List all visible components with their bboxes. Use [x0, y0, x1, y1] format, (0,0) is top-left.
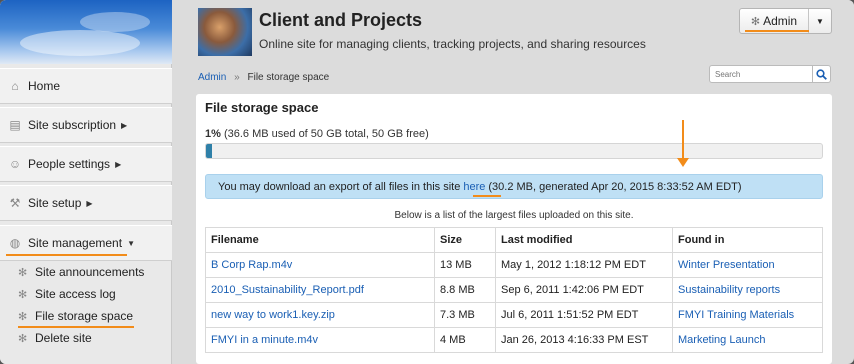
file-link[interactable]: 2010_Sustainability_Report.pdf	[211, 284, 364, 296]
table-caption: Below is a list of the largest files upl…	[394, 210, 634, 221]
chevron-right-icon: ▶	[121, 120, 128, 130]
sidebar-item-label: Site management	[28, 236, 123, 250]
gear-icon: ✻	[750, 15, 761, 28]
breadcrumb-admin-link[interactable]: Admin	[198, 72, 226, 83]
chevron-right-icon: ▶	[115, 159, 122, 169]
column-header-found-in: Found in	[672, 227, 823, 253]
sidebar-item-people-settings[interactable]: ☺ People settings ▶	[0, 146, 172, 182]
table-row: FMYI in a minute.m4v 4 MB Jan 26, 2013 4…	[205, 327, 823, 353]
chevron-right-icon: ▶	[86, 198, 93, 208]
annotation-arrow-line	[682, 120, 684, 160]
largest-files-table: Filename Size Last modified Found in B C…	[205, 227, 823, 353]
file-link[interactable]: B Corp Rap.m4v	[211, 259, 292, 271]
app-window: ⌂ Home ▤ Site subscription ▶ ☺ People se…	[0, 0, 854, 364]
table-header-row: Filename Size Last modified Found in	[205, 227, 823, 253]
export-notice: You may download an export of all files …	[205, 174, 823, 199]
column-header-last-modified: Last modified	[495, 227, 673, 253]
search-input[interactable]	[709, 65, 813, 83]
column-header-filename: Filename	[205, 227, 435, 253]
file-link[interactable]: FMYI in a minute.m4v	[211, 334, 318, 346]
wrench-icon: ⚒	[9, 196, 21, 210]
sidebar-item-label: Home	[28, 79, 61, 93]
sidebar-item-site-setup[interactable]: ⚒ Site setup ▶	[0, 185, 172, 221]
table-row: new way to work1.key.zip 7.3 MB Jul 6, 2…	[205, 302, 823, 328]
file-modified: May 1, 2012 1:18:12 PM EDT	[495, 252, 673, 278]
highlight-underline	[473, 195, 501, 197]
sidebar-item-label: Site subscription	[28, 118, 117, 132]
folder-link[interactable]: Marketing Launch	[678, 334, 765, 346]
admin-button-label: Admin	[763, 14, 798, 28]
header: Client and Projects Online site for mana…	[172, 0, 854, 92]
breadcrumb-current: File storage space	[247, 72, 330, 83]
breadcrumb: Admin » File storage space	[198, 72, 329, 83]
folder-link[interactable]: Sustainability reports	[678, 284, 780, 296]
globe-icon: ◍	[9, 236, 21, 250]
file-size: 7.3 MB	[434, 302, 496, 328]
folder-link[interactable]: Winter Presentation	[678, 259, 775, 271]
search-button[interactable]	[813, 65, 831, 83]
storage-usage-text: 1% (36.6 MB used of 50 GB total, 50 GB f…	[205, 128, 429, 140]
notice-text: You may download an export of all files …	[218, 180, 461, 193]
sidebar-item-label: Site setup	[28, 196, 82, 210]
sidebar-subitem-site-access-log[interactable]: ✻ Site access log	[18, 284, 116, 304]
sidebar-item-label: People settings	[28, 157, 111, 171]
usage-percent: 1%	[205, 128, 221, 140]
annotation-arrow-head	[677, 158, 689, 167]
sidebar-banner-image	[0, 0, 172, 64]
gear-icon: ✻	[18, 288, 28, 301]
storage-progress-bar	[205, 143, 823, 159]
export-download-link[interactable]: here	[463, 181, 485, 193]
file-modified: Jan 26, 2013 4:16:33 PM EST	[495, 327, 673, 353]
document-icon: ▤	[9, 118, 21, 132]
usage-detail: (36.6 MB used of 50 GB total, 50 GB free…	[223, 128, 429, 140]
sidebar-item-site-subscription[interactable]: ▤ Site subscription ▶	[0, 107, 172, 143]
chevron-down-icon[interactable]: ▼	[809, 17, 831, 26]
file-size: 4 MB	[434, 327, 496, 353]
site-logo	[198, 8, 252, 56]
file-modified: Sep 6, 2011 1:42:06 PM EDT	[495, 277, 673, 303]
people-icon: ☺	[8, 157, 22, 171]
file-link[interactable]: new way to work1.key.zip	[211, 309, 335, 321]
site-description: Online site for managing clients, tracki…	[259, 37, 646, 51]
sidebar-item-home[interactable]: ⌂ Home	[0, 68, 172, 104]
sidebar-subitem-label: Delete site	[35, 331, 92, 345]
breadcrumb-separator: »	[234, 72, 240, 83]
gear-icon: ✻	[18, 310, 28, 323]
sidebar-subitem-label: Site access log	[35, 287, 116, 301]
storage-progress-fill	[206, 144, 213, 158]
gear-icon: ✻	[18, 266, 28, 279]
file-size: 8.8 MB	[434, 277, 496, 303]
home-icon: ⌂	[11, 79, 19, 93]
gear-icon: ✻	[18, 332, 28, 345]
page-title: File storage space	[205, 100, 319, 115]
sidebar-subitem-site-announcements[interactable]: ✻ Site announcements	[18, 262, 144, 282]
highlight-underline	[745, 30, 809, 32]
search-icon	[816, 68, 827, 80]
sidebar: ⌂ Home ▤ Site subscription ▶ ☺ People se…	[0, 0, 172, 364]
sidebar-subitem-delete-site[interactable]: ✻ Delete site	[18, 328, 92, 348]
file-modified: Jul 6, 2011 1:51:52 PM EDT	[495, 302, 673, 328]
search-box	[709, 65, 831, 83]
highlight-underline	[6, 254, 127, 256]
column-header-size: Size	[434, 227, 496, 253]
file-storage-panel: File storage space 1% (36.6 MB used of 5…	[196, 94, 832, 364]
table-row: 2010_Sustainability_Report.pdf 8.8 MB Se…	[205, 277, 823, 303]
site-title: Client and Projects	[259, 10, 423, 30]
sidebar-subitem-label: File storage space	[35, 309, 134, 323]
chevron-down-icon: ▼	[127, 238, 135, 248]
sidebar-subitem-label: Site announcements	[35, 265, 145, 279]
sidebar-subitem-file-storage-space[interactable]: ✻ File storage space	[18, 306, 133, 326]
notice-detail: (30.2 MB, generated Apr 20, 2015 8:33:52…	[488, 180, 742, 193]
folder-link[interactable]: FMYI Training Materials	[678, 309, 794, 321]
file-size: 13 MB	[434, 252, 496, 278]
table-row: B Corp Rap.m4v 13 MB May 1, 2012 1:18:12…	[205, 252, 823, 278]
